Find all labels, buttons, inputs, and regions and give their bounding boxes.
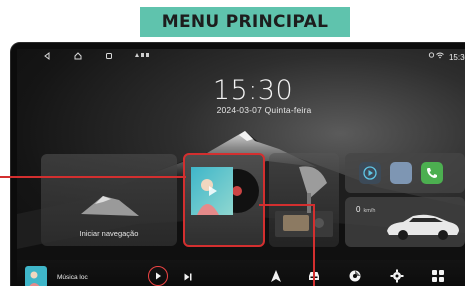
car-image bbox=[387, 214, 459, 240]
radio-decor-card[interactable] bbox=[269, 153, 339, 247]
date-value: 2024-03-07 bbox=[216, 105, 263, 115]
callout-line-right-v bbox=[313, 204, 315, 286]
settings-icon bbox=[390, 269, 404, 283]
home-icon[interactable] bbox=[74, 52, 82, 60]
album-art bbox=[191, 167, 259, 215]
speed-readout: 0 km/h bbox=[356, 205, 375, 214]
music-disc-icon bbox=[349, 270, 361, 282]
home-screen: 15:30 15:30 2024-03-07 Quinta-feira Inic… bbox=[17, 49, 465, 286]
next-track-button[interactable] bbox=[183, 272, 193, 282]
back-icon[interactable] bbox=[43, 52, 51, 60]
location-icon bbox=[428, 52, 435, 59]
bottom-dock: Música loc bbox=[17, 260, 465, 286]
home-date: 2024-03-07 Quinta-feira bbox=[189, 105, 339, 115]
status-time: 15:30 bbox=[448, 53, 465, 62]
gramophone-image bbox=[275, 166, 333, 237]
navigation-shortcut[interactable] bbox=[269, 269, 283, 283]
speed-unit: km/h bbox=[363, 208, 376, 214]
music-card[interactable] bbox=[183, 153, 265, 247]
video-app-icon[interactable] bbox=[359, 162, 381, 184]
speed-value: 0 bbox=[356, 205, 361, 214]
apps-grid-icon bbox=[432, 270, 444, 282]
apps-shortcut[interactable] bbox=[431, 269, 445, 283]
phone-app-icon[interactable] bbox=[421, 162, 443, 184]
speed-card[interactable]: 0 km/h bbox=[345, 197, 465, 247]
callout-line-left bbox=[0, 176, 186, 178]
quick-apps-card bbox=[345, 153, 465, 193]
weekday-value: Quinta-feira bbox=[264, 105, 312, 115]
now-playing-title: Música loc bbox=[57, 274, 88, 281]
status-bar: 15:30 bbox=[17, 49, 465, 67]
wifi-icon bbox=[436, 52, 444, 59]
play-icon bbox=[156, 272, 161, 280]
tablet-device: 15:30 15:30 2024-03-07 Quinta-feira Inic… bbox=[10, 42, 465, 286]
now-playing-thumbnail[interactable] bbox=[25, 266, 47, 286]
next-icon bbox=[184, 273, 192, 281]
notification-icons bbox=[134, 52, 150, 58]
home-clock: 15:30 bbox=[212, 75, 294, 106]
play-button[interactable] bbox=[148, 266, 168, 286]
map-illustration bbox=[81, 196, 139, 216]
callout-line-right-h bbox=[259, 204, 315, 206]
music-shortcut[interactable] bbox=[348, 269, 362, 283]
navigation-card[interactable]: Iniciar navegação bbox=[41, 154, 177, 246]
recents-icon[interactable] bbox=[105, 52, 113, 60]
navigation-arrow-icon bbox=[271, 270, 281, 282]
page: MENU PRINCIPAL 15:3 15:30 2024-03-07 Qui… bbox=[0, 0, 465, 286]
folder-app-icon[interactable] bbox=[390, 162, 412, 184]
start-navigation-label: Iniciar navegação bbox=[79, 229, 139, 238]
menu-title-banner: MENU PRINCIPAL bbox=[140, 7, 350, 37]
settings-shortcut[interactable] bbox=[390, 269, 404, 283]
